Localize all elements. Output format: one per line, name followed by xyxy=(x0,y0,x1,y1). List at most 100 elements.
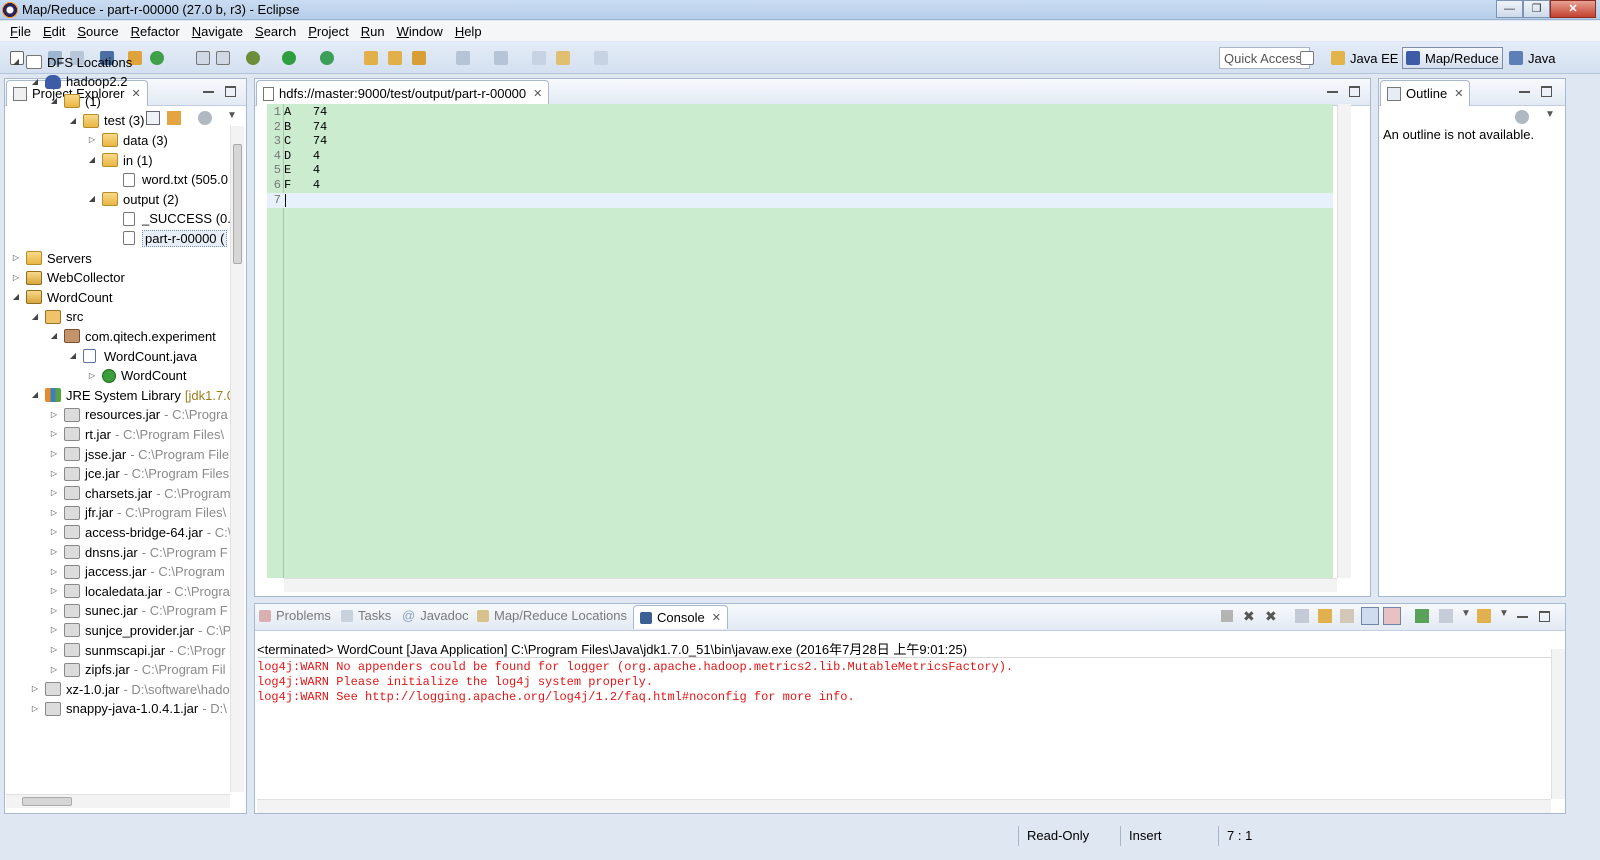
expanded-arrow-icon[interactable]: ◢ xyxy=(10,291,22,303)
collapsed-arrow-icon[interactable]: ▷ xyxy=(48,566,60,578)
collapsed-arrow-icon[interactable]: ▷ xyxy=(48,526,60,538)
expanded-arrow-icon[interactable]: ◢ xyxy=(86,193,98,205)
clear-console-icon[interactable] xyxy=(1295,609,1309,623)
menu-edit[interactable]: Edit xyxy=(37,24,71,39)
tree-item[interactable]: ▷ dnsns.jar - C:\Program F xyxy=(48,542,228,562)
minimize-view-icon[interactable] xyxy=(1517,611,1528,618)
open-console-icon[interactable] xyxy=(1477,609,1491,623)
tab-javadoc[interactable]: @ Javadoc xyxy=(402,608,469,623)
collapsed-arrow-icon[interactable]: ▷ xyxy=(86,370,98,382)
external-tools-icon[interactable] xyxy=(320,51,334,65)
tab-console[interactable]: Console ✕ xyxy=(633,605,728,629)
tab-map-reduce-locations[interactable]: Map/Reduce Locations xyxy=(477,608,627,623)
tree-item[interactable]: ◢ output (2) xyxy=(86,189,179,209)
tree-item[interactable]: ◢ (1) xyxy=(48,91,101,111)
expanded-arrow-icon[interactable]: ◢ xyxy=(67,350,79,362)
open-folder-icon[interactable] xyxy=(388,51,402,65)
collapsed-arrow-icon[interactable]: ▷ xyxy=(48,487,60,499)
menu-file[interactable]: File xyxy=(4,24,37,39)
search-icon[interactable] xyxy=(412,51,426,65)
console-vscrollbar[interactable] xyxy=(1551,649,1565,799)
pin-console-icon[interactable] xyxy=(1415,609,1429,623)
tree-item[interactable]: ◢ DFS Locations xyxy=(10,52,132,72)
close-icon[interactable]: ✕ xyxy=(1454,87,1463,100)
tree-item[interactable]: ◢ hadoop2.2 xyxy=(29,72,128,92)
collapsed-arrow-icon[interactable]: ▷ xyxy=(48,507,60,519)
menu-help[interactable]: Help xyxy=(449,24,488,39)
remove-all-launches-icon[interactable]: ✖ xyxy=(1265,608,1277,625)
tree-item[interactable]: ▷ xz-1.0.jar - D:\software\hado xyxy=(29,679,230,699)
tab-tasks[interactable]: Tasks xyxy=(341,608,391,623)
next-annotation-icon[interactable] xyxy=(456,51,470,65)
text-editor[interactable]: 1A 74 2 B 74 3 C 74 4 D 45E 46F 47 xyxy=(267,104,1333,578)
restore-button[interactable]: ❐ xyxy=(1523,0,1550,18)
scroll-thumb[interactable] xyxy=(22,797,72,806)
tree-item[interactable]: ▷ rt.jar - C:\Program Files\ xyxy=(48,424,224,444)
collapsed-arrow-icon[interactable]: ▷ xyxy=(29,683,41,695)
back-icon[interactable] xyxy=(556,51,570,65)
show-on-stdout-icon[interactable] xyxy=(1361,607,1379,625)
tree-item[interactable]: ▷ Servers xyxy=(10,248,92,268)
tab-problems[interactable]: Problems xyxy=(259,608,331,623)
tree-item[interactable]: ◢ JRE System Library [jdk1.7.0 xyxy=(29,385,234,405)
tab-part-r-00000[interactable]: hdfs://master:9000/test/output/part-r-00… xyxy=(256,80,550,106)
tree-item[interactable]: word.txt (505.0 xyxy=(105,170,228,190)
maximize-view-icon[interactable] xyxy=(1349,86,1360,97)
perspective-map-reduce[interactable]: Map/Reduce xyxy=(1402,47,1503,69)
last-edit-icon[interactable] xyxy=(532,51,546,65)
collapsed-arrow-icon[interactable]: ▷ xyxy=(48,585,60,597)
tree-item[interactable]: ▷ WebCollector xyxy=(10,268,125,288)
minimize-view-icon[interactable] xyxy=(1327,86,1338,93)
project-tree-vscrollbar[interactable] xyxy=(230,126,244,792)
chevron-down-icon[interactable]: ▼ xyxy=(1461,608,1471,619)
forward-icon[interactable] xyxy=(594,51,608,65)
tree-item[interactable]: ◢ WordCount.java xyxy=(67,346,197,366)
word-wrap-icon[interactable] xyxy=(1340,609,1354,623)
tree-item[interactable]: ▷ snappy-java-1.0.4.1.jar - D:\ xyxy=(29,699,227,719)
expanded-arrow-icon[interactable]: ◢ xyxy=(67,115,79,127)
filter-icon[interactable] xyxy=(1515,110,1529,124)
open-project-icon[interactable] xyxy=(364,51,378,65)
open-perspective-icon[interactable] xyxy=(1300,51,1314,65)
tree-item[interactable]: ◢ in (1) xyxy=(86,150,153,170)
menu-search[interactable]: Search xyxy=(249,24,302,39)
project-tree-hscrollbar[interactable] xyxy=(6,794,230,808)
collapsed-arrow-icon[interactable]: ▷ xyxy=(10,252,22,264)
collapsed-arrow-icon[interactable]: ▷ xyxy=(29,703,41,715)
tree-item[interactable]: ▷ localedata.jar - C:\Progra xyxy=(48,581,230,601)
collapsed-arrow-icon[interactable]: ▷ xyxy=(48,546,60,558)
tab-outline[interactable]: Outline ✕ xyxy=(1380,80,1471,106)
view-menu-icon[interactable]: ▼ xyxy=(1545,109,1555,120)
expanded-arrow-icon[interactable]: ◢ xyxy=(29,311,41,323)
collapsed-arrow-icon[interactable]: ▷ xyxy=(48,409,60,421)
menu-window[interactable]: Window xyxy=(391,24,449,39)
remove-launch-icon[interactable]: ✖ xyxy=(1243,608,1255,625)
tree-item[interactable]: ◢ src xyxy=(29,307,83,327)
expanded-arrow-icon[interactable]: ◢ xyxy=(86,154,98,166)
minimize-button[interactable]: — xyxy=(1496,0,1523,18)
tree-item[interactable]: ▷ data (3) xyxy=(86,130,168,150)
close-button[interactable]: ✕ xyxy=(1550,0,1596,18)
collapsed-arrow-icon[interactable]: ▷ xyxy=(48,664,60,676)
collapsed-arrow-icon[interactable]: ▷ xyxy=(48,448,60,460)
collapsed-arrow-icon[interactable]: ▷ xyxy=(48,605,60,617)
tree-item[interactable]: _SUCCESS (0.0 xyxy=(105,209,234,229)
tree-item[interactable]: ▷ jfr.jar - C:\Program Files\ xyxy=(48,503,226,523)
collapsed-arrow-icon[interactable]: ▷ xyxy=(10,272,22,284)
tree-item[interactable]: ▷ jsse.jar - C:\Program File xyxy=(48,444,229,464)
tree-item[interactable]: ▷ sunmscapi.jar - C:\Progr xyxy=(48,640,226,660)
show-on-stderr-icon[interactable] xyxy=(1383,607,1401,625)
menu-navigate[interactable]: Navigate xyxy=(186,24,249,39)
close-icon[interactable]: ✕ xyxy=(533,87,542,100)
tree-item[interactable]: ▷ access-bridge-64.jar - C:\ xyxy=(48,522,231,542)
collapsed-arrow-icon[interactable]: ▷ xyxy=(48,624,60,636)
perspective-java[interactable]: Java xyxy=(1506,47,1558,69)
collapsed-arrow-icon[interactable]: ▷ xyxy=(48,428,60,440)
scroll-thumb[interactable] xyxy=(233,144,242,264)
tree-item[interactable]: ◢ com.qitech.experiment xyxy=(48,326,216,346)
tree-item[interactable]: part-r-00000 ( xyxy=(105,228,228,248)
tree-item[interactable]: ◢ test (3) xyxy=(67,111,145,131)
collapsed-arrow-icon[interactable]: ▷ xyxy=(86,134,98,146)
tree-item[interactable]: ▷ WordCount xyxy=(86,366,187,386)
tree-item[interactable]: ▷ sunec.jar - C:\Program F xyxy=(48,601,228,621)
